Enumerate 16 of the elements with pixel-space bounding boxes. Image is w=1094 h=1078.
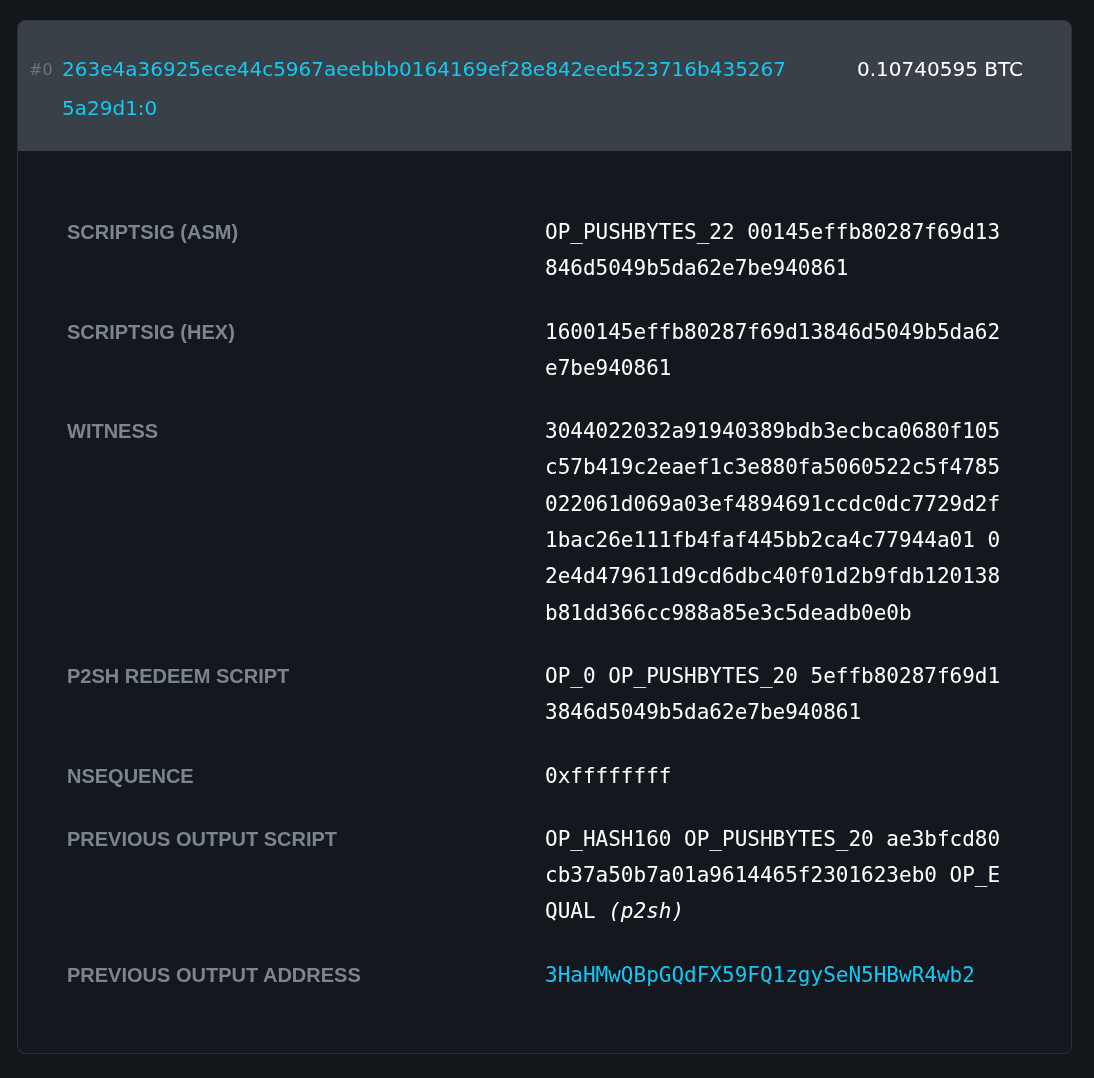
detail-value: OP_0 OP_PUSHBYTES_20 5effb80287f69d13846d5049b5da62e7be940861 <box>545 662 1002 727</box>
detail-value: OP_PUSHBYTES_22 00145effb80287f69d13846d5049b5da62e7be940861 <box>545 219 1002 283</box>
address-link[interactable]: 3HaHMwQBpGQdFX59FQ1zgySeN5HBwR4wb2 <box>545 962 975 987</box>
detail-value: 0xffffffff <box>545 762 673 790</box>
detail-label: SCRIPTSIG (HEX) <box>67 319 236 345</box>
detail-value: 1600145effb80287f69d13846d5049b5da62e7be940861 <box>545 318 1002 382</box>
detail-label: SCRIPTSIG (ASM) <box>67 220 240 245</box>
detail-label: NSEQUENCE <box>67 763 195 789</box>
detail-label: PREVIOUS OUTPUT ADDRESS <box>67 962 362 988</box>
detail-label: WITNESS <box>67 419 160 445</box>
outpoint-link[interactable]: 263e4a36925ece44c5967aeebbb0164169ef28e842eed523716b4352675a29d1:0 <box>62 50 792 128</box>
detail-value: 3044022032a91940389bdb3ecbca0680f105c57b419c2eaef1c3e880fa5060522c5f4785022061d069a03ef4894691ccdc0dc7729d2f1bac26e111fb4faf445bb2ca4c77944a01 02e4d479611d9cd6dbc40f01d2b9fdb120138b81dd366cc988a85e3c5deadb0e0b <box>545 418 1002 627</box>
detail-label: PREVIOUS OUTPUT SCRIPT <box>67 826 339 852</box>
amount-text: 0.10740595 BTC <box>857 56 1023 83</box>
detail-value: OP_HASH160 OP_PUSHBYTES_20 ae3bfcd80cb37a50b7a01a9614465f2301623eb0 OP_EQUAL (p2sh) <box>545 825 1002 926</box>
detail-label: P2SH REDEEM SCRIPT <box>67 663 291 689</box>
